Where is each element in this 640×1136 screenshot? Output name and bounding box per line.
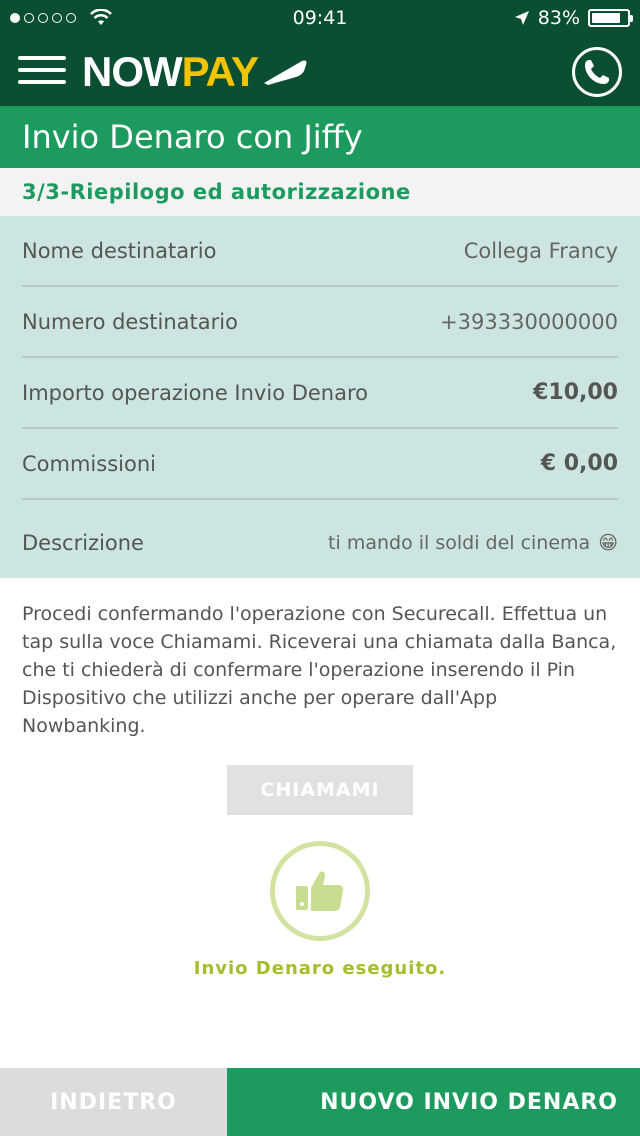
summary-row-fees: Commissioni € 0,00 (22, 429, 618, 500)
row-label: Importo operazione Invio Denaro (22, 380, 369, 405)
phone-icon (585, 60, 609, 84)
menu-icon[interactable] (18, 52, 66, 88)
row-value: +393330000000 (440, 309, 618, 334)
logo-pay: PAY (181, 48, 259, 95)
phone-call-button[interactable] (572, 47, 622, 97)
thumbs-up-icon (296, 871, 344, 911)
battery-level (592, 13, 621, 23)
row-label: Descrizione (22, 530, 144, 555)
location-arrow-icon (514, 11, 529, 25)
row-value: €10,00 (533, 380, 618, 405)
summary-row-description: Descrizione ti mando il soldi del cinema… (22, 507, 618, 578)
footer-bar: INDIETRO NUOVO INVIO DENARO (0, 1068, 640, 1136)
logo-swoosh-icon (264, 60, 307, 85)
logo-now: NOW (82, 48, 183, 95)
summary-row-recipient-name: Nome destinatario Collega Francy (22, 216, 618, 287)
status-bar: 09:41 83% (0, 0, 640, 38)
row-value: Collega Francy (463, 238, 618, 263)
back-button[interactable]: INDIETRO (0, 1068, 227, 1136)
summary-panel: Nome destinatario Collega Francy Numero … (0, 216, 640, 578)
battery-percent: 83% (537, 7, 580, 29)
row-label: Numero destinatario (22, 309, 238, 334)
description-text: ti mando il soldi del cinema (328, 531, 591, 554)
call-me-button[interactable]: CHIAMAMI (227, 765, 413, 815)
app-header: NOW PAY (0, 38, 640, 106)
success-badge (270, 841, 370, 941)
summary-row-amount: Importo operazione Invio Denaro €10,00 (22, 358, 618, 429)
step-indicator: 3/3-Riepilogo ed autorizzazione (0, 168, 640, 216)
row-label: Nome destinatario (22, 238, 217, 263)
grin-emoji-icon: 😁 (598, 531, 618, 554)
summary-row-recipient-number: Numero destinatario +393330000000 (22, 287, 618, 358)
row-value: € 0,00 (540, 451, 618, 476)
row-value: ti mando il soldi del cinema 😁 (328, 532, 618, 554)
securecall-instructions: Procedi confermando l'operazione con Sec… (22, 603, 617, 737)
row-label: Commissioni (22, 451, 156, 476)
success-message: Invio Denaro eseguito. (193, 958, 447, 979)
new-transfer-button[interactable]: NUOVO INVIO DENARO (227, 1068, 640, 1136)
battery-icon (588, 9, 633, 27)
nowpay-logo: NOW PAY (82, 48, 308, 96)
status-right: 83% (514, 7, 633, 29)
page-title: Invio Denaro con Jiffy (0, 106, 640, 168)
